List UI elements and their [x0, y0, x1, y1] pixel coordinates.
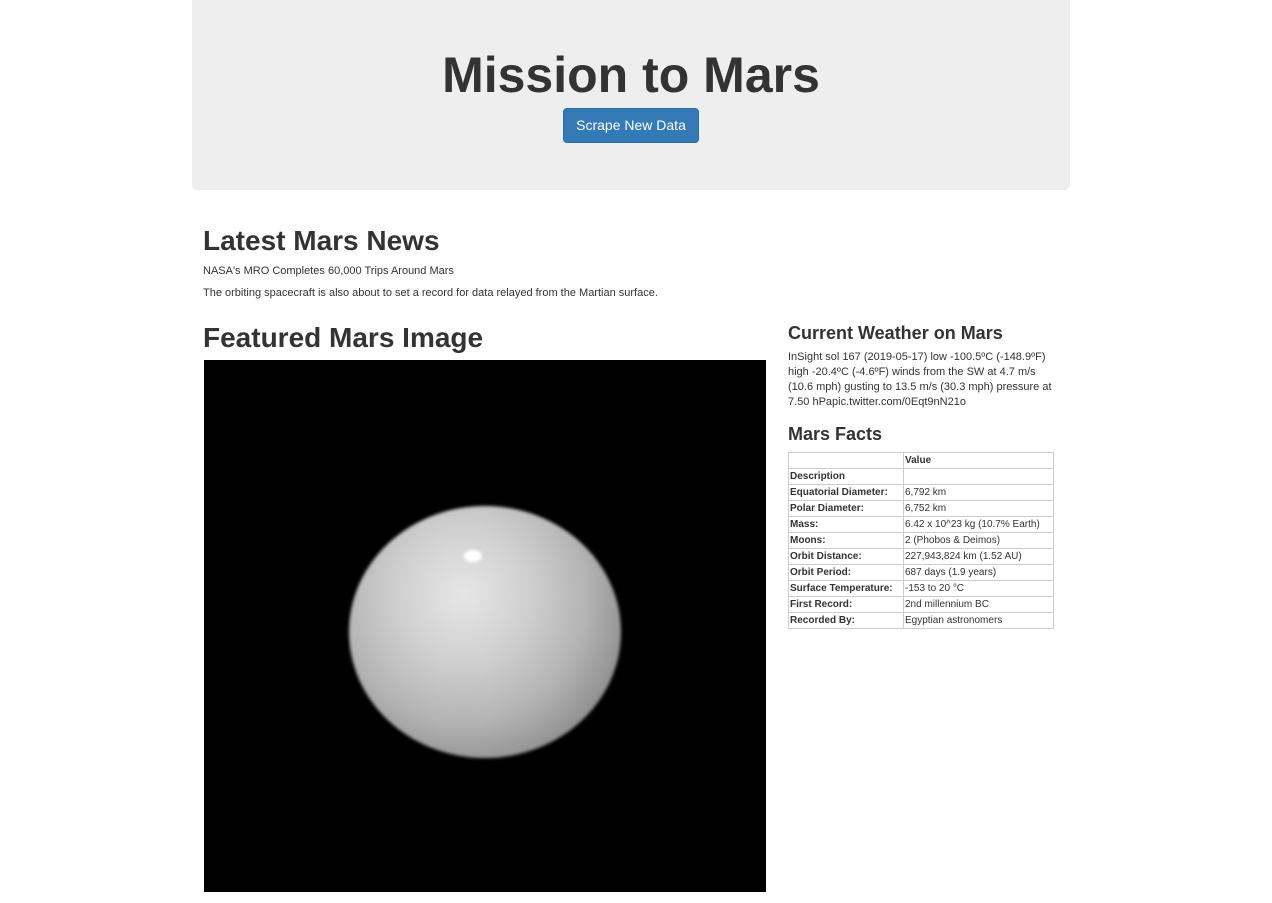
fact-value: 6,752 km — [903, 500, 1054, 517]
table-corner-cell — [788, 452, 904, 469]
value-column-header: Value — [903, 452, 1054, 469]
fact-label: Surface Temperature: — [788, 580, 904, 597]
table-row: Equatorial Diameter: 6,792 km — [788, 484, 1054, 501]
fact-value: 687 days (1.9 years) — [903, 564, 1054, 581]
table-row: Mass: 6.42 x 10^23 kg (10.7% Earth) — [788, 516, 1054, 533]
table-row: Polar Diameter: 6,752 km — [788, 500, 1054, 517]
description-index-header: Description — [788, 468, 904, 485]
table-row: First Record: 2nd millennium BC — [788, 596, 1054, 613]
featured-image-title: Featured Mars Image — [203, 322, 484, 353]
table-row: Surface Temperature: -153 to 20 °C — [788, 580, 1054, 597]
fact-label: First Record: — [788, 596, 904, 613]
fact-label: Equatorial Diameter: — [788, 484, 904, 501]
table-empty-cell — [903, 468, 1054, 485]
fact-label: Orbit Distance: — [788, 548, 904, 565]
table-row: Recorded By: Egyptian astronomers — [788, 612, 1054, 629]
table-row: Moons: 2 (Phobos & Deimos) — [788, 532, 1054, 549]
table-row: Orbit Distance: 227,943,824 km (1.52 AU) — [788, 548, 1054, 565]
fact-label: Moons: — [788, 532, 904, 549]
fact-value: 2 (Phobos & Deimos) — [903, 532, 1054, 549]
fact-value: Egyptian astronomers — [903, 612, 1054, 629]
weather-report: InSight sol 167 (2019-05-17) low -100.5º… — [788, 351, 1052, 408]
fact-value: -153 to 20 °C — [903, 580, 1054, 597]
weather-section-title: Current Weather on Mars — [788, 323, 1003, 343]
fact-label: Mass: — [788, 516, 904, 533]
table-row: Orbit Period: 687 days (1.9 years) — [788, 564, 1054, 581]
fact-value: 6,792 km — [903, 484, 1054, 501]
jumbotron-header: Mission to Mars Scrape New Data — [192, 0, 1070, 190]
news-section-title: Latest Mars News — [203, 225, 440, 256]
planet-bright-spot — [464, 550, 482, 562]
facts-section-title: Mars Facts — [788, 424, 883, 444]
table-header-row: Value — [788, 452, 1054, 469]
planet-body — [349, 506, 621, 758]
page-title: Mission to Mars — [442, 47, 820, 103]
table-index-row: Description — [788, 468, 1054, 485]
featured-mars-image — [204, 360, 766, 892]
fact-label: Polar Diameter: — [788, 500, 904, 517]
fact-label: Recorded By: — [788, 612, 904, 629]
scrape-new-data-button[interactable]: Scrape New Data — [563, 108, 699, 143]
news-headline: NASA's MRO Completes 60,000 Trips Around… — [203, 265, 454, 277]
fact-value: 2nd millennium BC — [903, 596, 1054, 613]
fact-label: Orbit Period: — [788, 564, 904, 581]
news-teaser: The orbiting spacecraft is also about to… — [203, 287, 658, 299]
fact-value: 6.42 x 10^23 kg (10.7% Earth) — [903, 516, 1054, 533]
fact-value: 227,943,824 km (1.52 AU) — [903, 548, 1054, 565]
mars-facts-table: Value Description Equatorial Diameter: 6… — [788, 452, 1054, 629]
